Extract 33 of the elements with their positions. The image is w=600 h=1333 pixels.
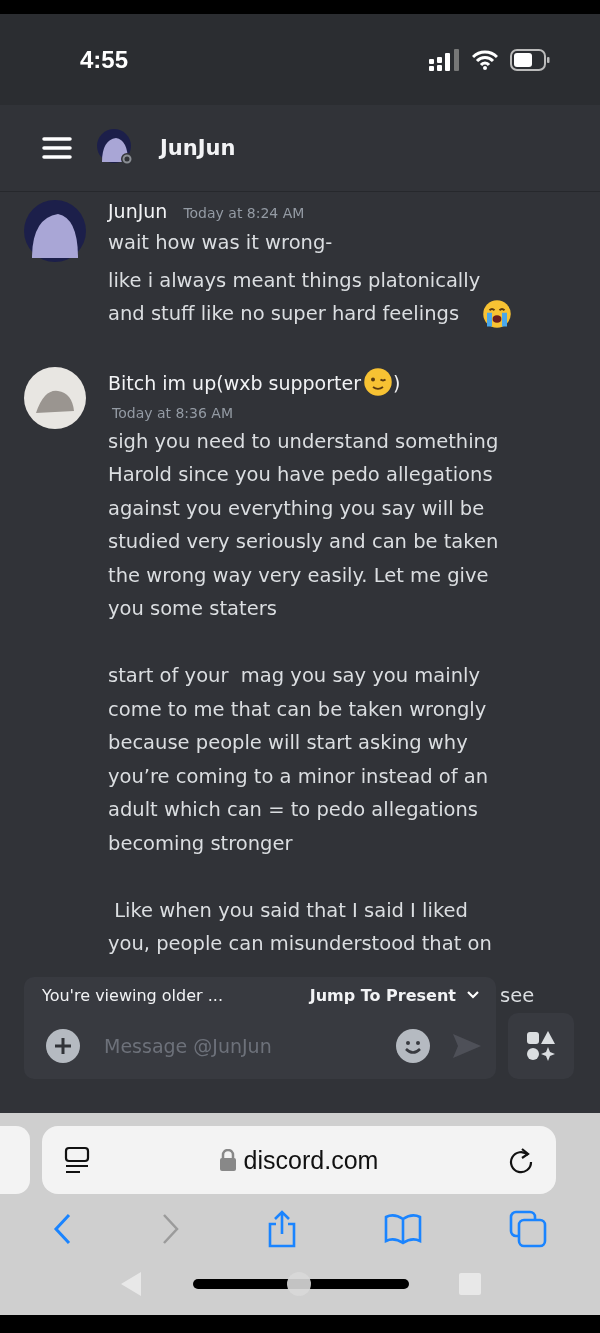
author-name[interactable]: JunJun xyxy=(108,200,168,222)
message-text: sigh you need to understand something Harold since you have pedo allegations against you everything you say will be studied very seriously and can be taken the wrong way very easily. Let me give you some staters start of your mag you say you mainly come to me that can be taken wrongly because people will start asking why you’re coming to a minor instead of an adult which can = to pedo allegations becoming stronger Like when you said that I said I liked you, people can misunderstood that on xyxy=(108,428,499,957)
channel-title: JunJun xyxy=(160,136,236,160)
plus-icon[interactable] xyxy=(46,1029,80,1063)
battery-icon xyxy=(510,48,550,71)
clock: 4:55 xyxy=(80,45,130,74)
signal-icon xyxy=(429,48,460,71)
crying-face-icon xyxy=(482,298,513,329)
winking-face-icon xyxy=(362,366,393,397)
avatar-icon[interactable] xyxy=(24,366,86,429)
avatar-icon[interactable] xyxy=(24,200,86,262)
lock-icon xyxy=(219,1149,236,1171)
wifi-icon xyxy=(472,49,498,70)
apps-button[interactable] xyxy=(508,1013,574,1079)
timestamp: Today at 8:36 AM xyxy=(111,404,233,421)
message-text: like i always meant things platonically and stuff like no super hard feelings xyxy=(108,267,481,327)
chevron-down-icon xyxy=(466,990,480,1000)
banner-text: You're viewing older ... xyxy=(42,985,224,1005)
url-text: discord.com xyxy=(243,1145,379,1175)
jump-to-present-button[interactable]: Jump To Present xyxy=(309,985,480,1005)
message-text: see xyxy=(500,983,535,1007)
address-bar[interactable]: discord.com xyxy=(42,1126,556,1194)
message-text: wait how was it wrong- xyxy=(108,230,333,256)
menu-icon[interactable] xyxy=(42,137,72,159)
timestamp: Today at 8:24 AM xyxy=(182,205,305,221)
message-input[interactable]: Message @JunJun xyxy=(102,1034,374,1058)
author-name[interactable]: ) xyxy=(392,371,401,394)
smiley-icon[interactable] xyxy=(396,1029,430,1063)
page-menu-icon[interactable] xyxy=(64,1146,90,1174)
home-bar-icon[interactable] xyxy=(193,1272,409,1296)
author-name[interactable]: Bitch im up(wxb supporter xyxy=(108,371,361,394)
reload-icon[interactable] xyxy=(508,1146,534,1174)
apps-icon xyxy=(525,1030,557,1062)
